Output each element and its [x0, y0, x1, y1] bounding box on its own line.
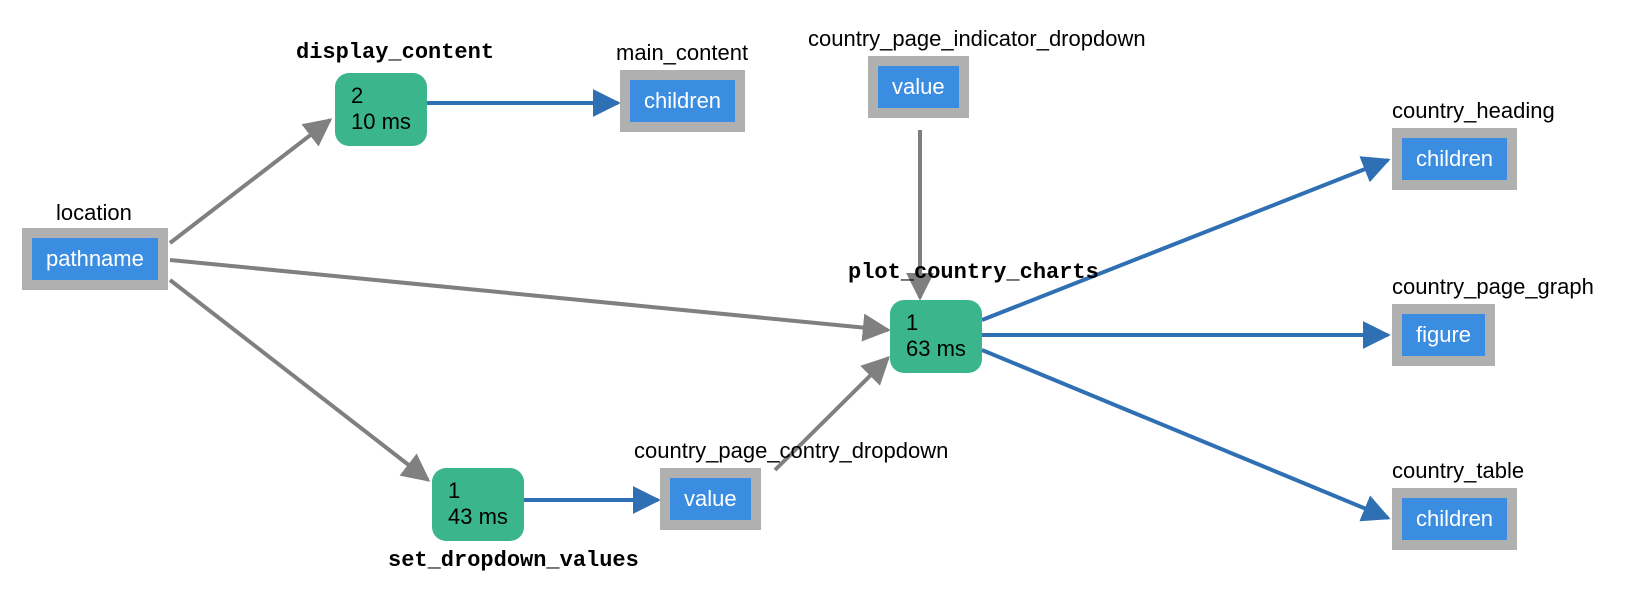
edge-plot_country_charts-to-country_table [982, 350, 1388, 518]
callback-display_content: 2 10 ms [335, 73, 427, 146]
node-title-indicator_dropdown: country_page_indicator_dropdown [808, 26, 1146, 52]
node-title-country_table: country_table [1392, 458, 1524, 484]
node-country_graph: figure [1392, 304, 1495, 366]
callback-graph: location pathname display_content 2 10 m… [0, 0, 1650, 612]
callback-display_content-count: 2 [351, 83, 411, 109]
node-indicator_dropdown: value [868, 56, 969, 118]
node-title-country_dropdown: country_page_contry_dropdown [634, 438, 948, 464]
callback-title-plot_country_charts: plot_country_charts [848, 260, 1099, 285]
prop-location-pathname: pathname [32, 238, 158, 280]
node-title-location: location [56, 200, 132, 226]
callback-title-set_dropdown_values: set_dropdown_values [388, 548, 639, 573]
edge-location-to-display_content [170, 120, 330, 243]
callback-plot_country_charts-count: 1 [906, 310, 966, 336]
callback-set_dropdown_values-time: 43 ms [448, 504, 508, 530]
node-main_content: children [620, 70, 745, 132]
prop-country_graph-figure: figure [1402, 314, 1485, 356]
callback-set_dropdown_values-count: 1 [448, 478, 508, 504]
node-country_dropdown: value [660, 468, 761, 530]
node-title-country_graph: country_page_graph [1392, 274, 1594, 300]
node-location: pathname [22, 228, 168, 290]
prop-indicator_dropdown-value: value [878, 66, 959, 108]
node-country_heading: children [1392, 128, 1517, 190]
edge-location-to-set_dropdown_values [170, 280, 428, 480]
callback-set_dropdown_values: 1 43 ms [432, 468, 524, 541]
node-title-main_content: main_content [616, 40, 748, 66]
prop-country_table-children: children [1402, 498, 1507, 540]
callback-plot_country_charts-time: 63 ms [906, 336, 966, 362]
prop-main_content-children: children [630, 80, 735, 122]
edge-plot_country_charts-to-country_heading [982, 160, 1388, 320]
node-title-country_heading: country_heading [1392, 98, 1555, 124]
callback-title-display_content: display_content [296, 40, 494, 65]
node-country_table: children [1392, 488, 1517, 550]
prop-country_heading-children: children [1402, 138, 1507, 180]
edge-location-to-plot_country_charts [170, 260, 888, 330]
callback-display_content-time: 10 ms [351, 109, 411, 135]
callback-plot_country_charts: 1 63 ms [890, 300, 982, 373]
prop-country_dropdown-value: value [670, 478, 751, 520]
